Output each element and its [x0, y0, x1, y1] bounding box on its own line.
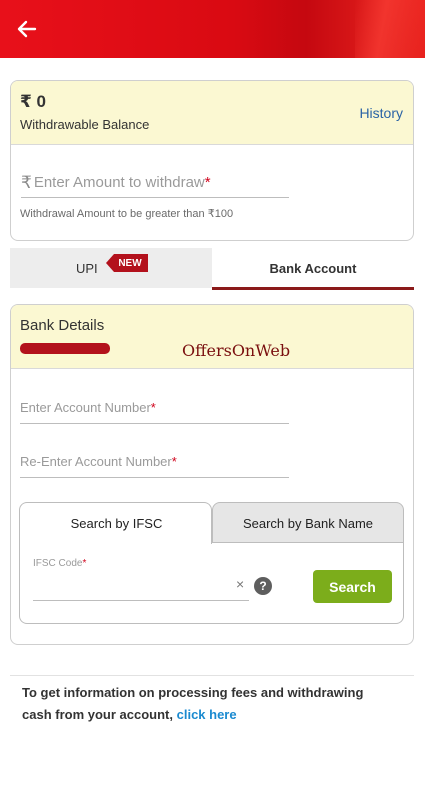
withdrawable-balance-label: Withdrawable Balance [20, 117, 150, 132]
arrow-left-icon [17, 20, 37, 38]
account-number-input[interactable]: Enter Account Number* [20, 400, 289, 424]
redacted-name [20, 343, 110, 354]
tab-search-by-bank-name-label: Search by Bank Name [242, 516, 374, 531]
back-button[interactable] [14, 16, 40, 42]
processing-fee-info: To get information on processing fees an… [22, 682, 392, 726]
header-decoration [355, 0, 425, 58]
required-mark: * [204, 174, 211, 191]
balance-summary: ₹ 0 Withdrawable Balance History [11, 81, 413, 145]
ifsc-search-panel: IFSC Code* × ? Search Search by IFSC Sea… [19, 502, 404, 624]
reenter-account-number-placeholder: Re-Enter Account Number [20, 454, 172, 469]
help-icon[interactable]: ? [254, 577, 272, 595]
withdrawable-balance-amount: ₹ 0 [20, 92, 47, 111]
active-tab-indicator [212, 287, 414, 290]
ifsc-search-body: IFSC Code* × ? Search [19, 542, 404, 624]
watermark: OffersOnWeb [182, 341, 291, 360]
click-here-link[interactable]: click here [177, 707, 237, 722]
tab-search-by-ifsc-label: Search by IFSC [70, 516, 163, 531]
account-number-placeholder: Enter Account Number [20, 400, 151, 415]
withdraw-method-tabs: UPI NEW Bank Account [10, 248, 414, 290]
bank-details-header: Bank Details OffersOnWeb [11, 305, 413, 369]
app-header [0, 0, 425, 58]
balance-card: ₹ 0 Withdrawable Balance History ₹ Enter… [10, 80, 414, 241]
required-mark: * [150, 400, 156, 415]
tab-search-by-ifsc[interactable]: Search by IFSC [19, 502, 212, 544]
required-mark: * [171, 454, 177, 469]
search-button[interactable]: Search [313, 570, 392, 603]
withdraw-amount-hint: Withdrawal Amount to be greater than ₹10… [20, 208, 234, 220]
new-badge: NEW [106, 254, 148, 272]
ifsc-code-label: IFSC Code* [33, 558, 87, 569]
ifsc-code-input[interactable] [33, 600, 249, 601]
divider [10, 675, 414, 676]
history-link[interactable]: History [359, 105, 403, 121]
rupee-icon: ₹ [21, 172, 32, 192]
tab-upi[interactable]: UPI NEW [10, 248, 212, 288]
clear-icon[interactable]: × [236, 576, 244, 592]
bank-details-card: Bank Details OffersOnWeb Enter Account N… [10, 304, 414, 645]
tab-bank-account[interactable]: Bank Account [212, 248, 414, 290]
reenter-account-number-input[interactable]: Re-Enter Account Number* [20, 454, 289, 478]
tab-search-by-bank-name[interactable]: Search by Bank Name [212, 502, 404, 543]
withdraw-amount-placeholder: Enter Amount to withdraw [33, 174, 205, 191]
withdraw-amount-input[interactable]: ₹ Enter Amount to withdraw * [21, 168, 289, 198]
tab-bank-account-label: Bank Account [269, 261, 357, 276]
bank-details-title: Bank Details [20, 317, 105, 334]
tab-upi-label: UPI [76, 261, 98, 276]
